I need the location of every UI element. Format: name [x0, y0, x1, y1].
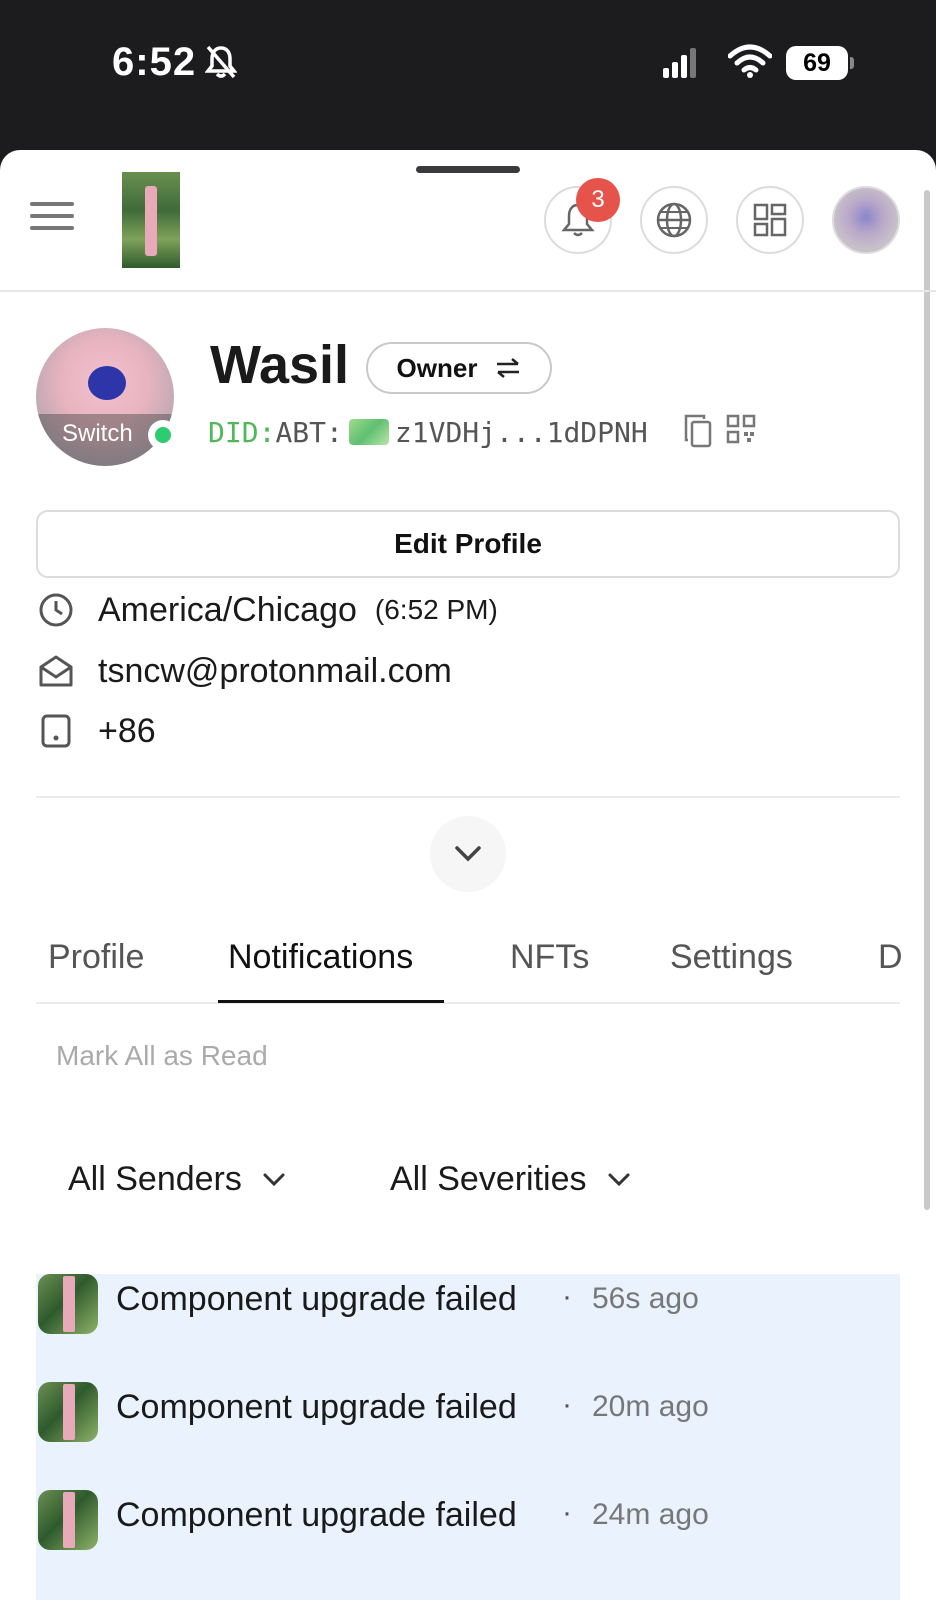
separator-dot: · — [562, 1496, 572, 1529]
tab-profile[interactable]: Profile — [48, 938, 144, 977]
status-time: 6:52 — [112, 40, 197, 84]
wifi-icon — [728, 44, 772, 78]
notification-title: Component upgrade failed — [116, 1388, 517, 1426]
profile-name: Wasil — [210, 335, 350, 395]
phone-icon — [36, 711, 76, 751]
expand-button[interactable] — [430, 816, 506, 892]
phone-text: +86 — [98, 711, 156, 750]
did-avatar-swatch — [348, 419, 389, 445]
role-switch-button[interactable]: Owner — [366, 342, 552, 394]
status-bar: 6:52 69 — [0, 0, 936, 150]
notification-thumbnail — [38, 1490, 98, 1550]
notification-time: 56s ago — [592, 1282, 699, 1315]
tab-bar: Profile Notifications NFTs Settings D — [36, 918, 903, 1004]
menu-icon[interactable] — [30, 202, 74, 236]
phone-row: +86 — [36, 706, 156, 756]
language-button[interactable] — [640, 186, 708, 254]
notification-title: Component upgrade failed — [116, 1496, 517, 1534]
list-item[interactable]: Component upgrade failed · 20m ago — [36, 1382, 900, 1452]
app-header: 3 — [0, 150, 936, 292]
senders-filter-label: All Senders — [68, 1160, 242, 1198]
did-type: ABT: — [275, 415, 343, 449]
user-avatar-button[interactable] — [832, 186, 900, 254]
timezone-row: America/Chicago (6:52 PM) — [36, 585, 498, 635]
profile-sheet: 3 Switch Wasil Owner DID: ABT: z1VDHj...… — [0, 150, 936, 1600]
list-item[interactable]: Component upgrade failed · 24m ago — [36, 1490, 900, 1560]
chevron-down-icon — [608, 1173, 630, 1186]
tab-notifications[interactable]: Notifications — [228, 938, 413, 977]
notification-list: Component upgrade failed · 56s ago Compo… — [36, 1274, 900, 1600]
local-time-text: (6:52 PM) — [374, 594, 498, 625]
did-prefix: DID: — [208, 415, 276, 449]
bell-off-icon — [205, 45, 237, 79]
battery-nub — [850, 57, 854, 69]
copy-icon[interactable] — [684, 414, 712, 448]
separator-dot: · — [562, 1388, 572, 1421]
separator-dot: · — [562, 1280, 572, 1313]
notification-thumbnail — [38, 1382, 98, 1442]
notification-time: 24m ago — [592, 1498, 709, 1531]
battery-indicator: 69 — [786, 46, 848, 80]
tab-settings[interactable]: Settings — [670, 938, 793, 977]
avatar-image — [88, 366, 126, 400]
notification-badge: 3 — [576, 178, 620, 222]
notification-time: 20m ago — [592, 1390, 709, 1423]
did-value: z1VDHj...1dDPNH — [394, 415, 648, 449]
chevron-down-icon — [455, 846, 481, 862]
notification-title: Component upgrade failed — [116, 1280, 517, 1318]
clock-icon — [36, 590, 76, 630]
active-tab-indicator — [218, 1000, 444, 1003]
email-row: tsncw@protonmail.com — [36, 646, 452, 696]
mark-all-read-button[interactable]: Mark All as Read — [56, 1040, 268, 1072]
apps-icon — [753, 203, 787, 237]
qr-icon[interactable] — [726, 414, 756, 444]
apps-button[interactable] — [736, 186, 804, 254]
email-text[interactable]: tsncw@protonmail.com — [98, 652, 452, 691]
severities-filter-label: All Severities — [390, 1160, 587, 1198]
online-status-dot — [148, 420, 178, 450]
senders-filter[interactable]: All Senders — [68, 1160, 286, 1199]
notification-thumbnail — [38, 1274, 98, 1334]
role-label: Owner — [396, 352, 478, 383]
section-divider — [36, 796, 900, 798]
tab-nfts[interactable]: NFTs — [510, 938, 589, 977]
chevron-down-icon — [263, 1173, 285, 1186]
globe-icon — [656, 202, 692, 238]
tab-d[interactable]: D — [878, 938, 903, 977]
mail-icon — [36, 651, 76, 691]
severities-filter[interactable]: All Severities — [390, 1160, 631, 1199]
edit-profile-button[interactable]: Edit Profile — [36, 510, 900, 578]
list-item[interactable]: Component upgrade failed · 56s ago — [36, 1274, 900, 1344]
signal-icon — [663, 48, 696, 78]
did-address: DID: ABT: z1VDHj...1dDPNH — [208, 412, 648, 452]
scrollbar[interactable] — [924, 190, 930, 1210]
app-logo[interactable] — [122, 172, 180, 268]
timezone-text: America/Chicago — [98, 590, 357, 629]
swap-icon — [497, 358, 520, 378]
